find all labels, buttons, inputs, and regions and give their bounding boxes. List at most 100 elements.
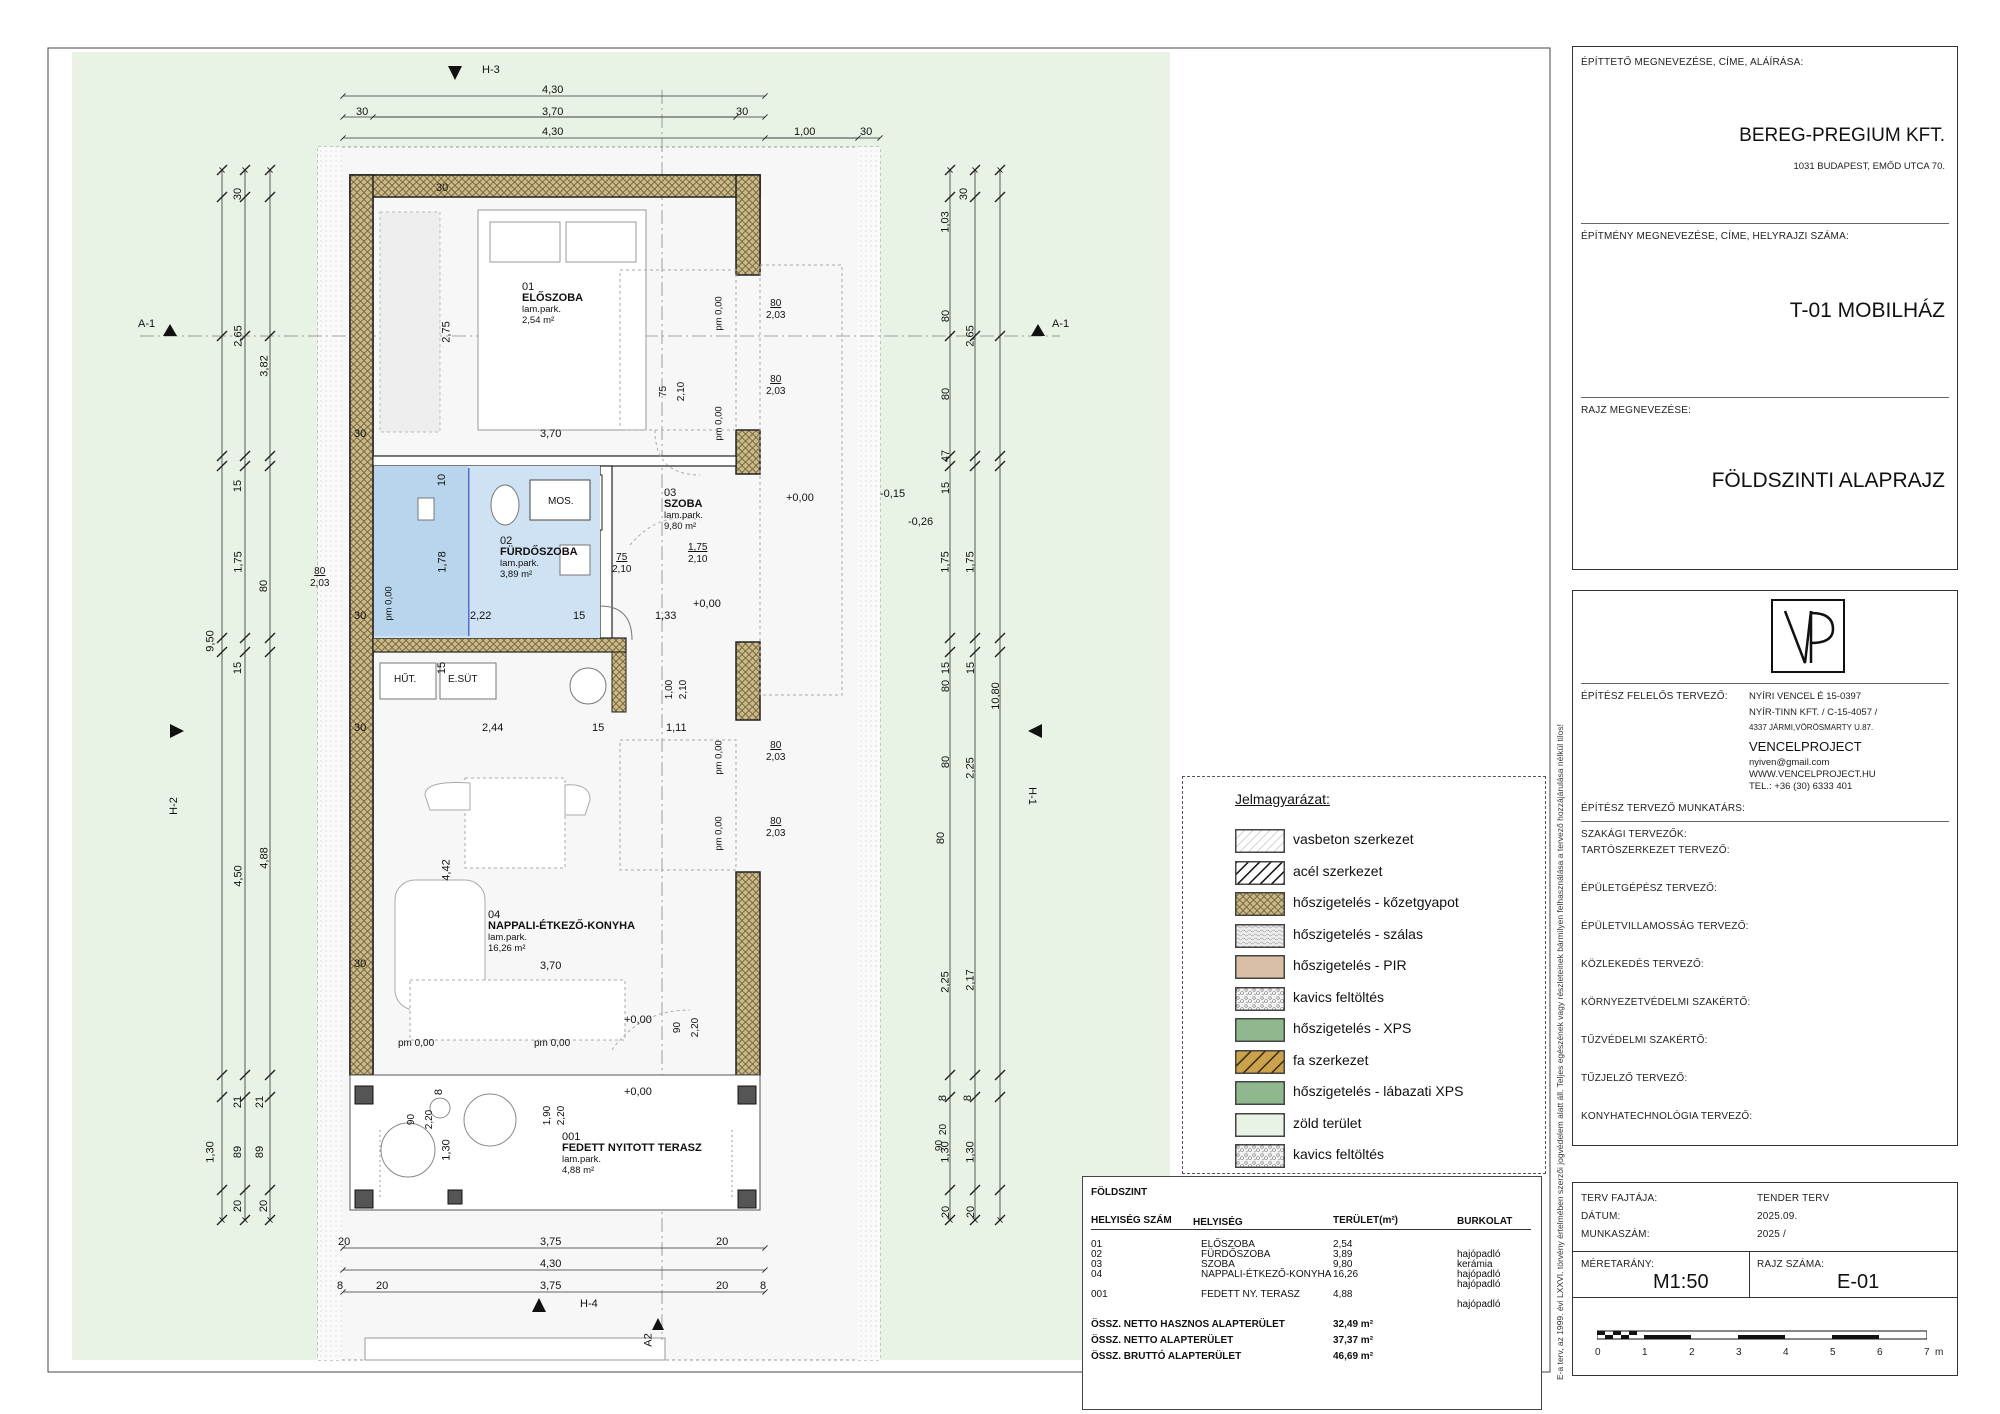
door-height: 2,10 [612,564,632,575]
dim-text: 15 [940,661,953,675]
dim-text: 4,30 [542,126,564,138]
dim-text: 2,20 [424,1109,436,1130]
win-height: 2,03 [766,828,786,839]
date-label: DÁTUM: [1581,1211,1621,1222]
room-table-num: 04 [1091,1269,1103,1280]
legend-swatch [1235,1018,1285,1042]
dim-text: 1,78 [436,551,449,573]
divider [1581,683,1949,684]
studio-web: WWW.VENCELPROJECT.HU [1749,769,1876,780]
room-01: 03 SZOBA lam.park. 9,80 m² [664,488,703,533]
room-name: FEDETT NYITOTT TERASZ [562,1142,702,1154]
window-dim: 80 2,03 [766,374,785,398]
dim-text: 1,90 [542,1105,554,1126]
dim-text: 1,75 [964,551,977,573]
room-table-floor: hajópadló [1457,1299,1501,1310]
section-label-h2: H-2 [167,797,180,815]
win-height: 2,03 [310,578,330,589]
col-header-floor: BURKOLAT [1457,1216,1513,1227]
room-area: 4,88 m² [562,1165,595,1176]
specialist-label: ÉPÜLETVILLAMOSSÁG TERVEZŐ: [1581,921,1749,932]
room-table-total-label: ÖSSZ. NETTO HASZNOS ALAPTERÜLET [1091,1319,1285,1330]
dim-text: 1,00 [794,126,816,138]
room-area: 9,80 m² [664,521,697,532]
dim-text: 9,50 [204,630,217,652]
job-label: MUNKASZÁM: [1581,1229,1650,1240]
plan-labels: H-3 H-4 H-2 H-1 A-1 A-1 A2 4,30 30 3,70 … [0,0,1180,1414]
dim-text: 3,75 [540,1280,562,1292]
dim-text: 80 [940,755,953,769]
dim-text: 30 [958,187,971,201]
dim-text: 15 [436,661,449,675]
dim-text: 2,17 [964,969,977,991]
room-table: FÖLDSZINT HELYISÉG SZÁM HELYISÉG TERÜLET… [1082,1176,1542,1410]
win-height: 2,03 [766,752,786,763]
dim-text: 80 [940,309,953,323]
room-table-total-value: 37,37 m² [1333,1335,1374,1346]
legend-label: hőszigetelés - szálas [1293,925,1423,942]
col-header-name: HELYISÉG [1193,1217,1243,1228]
dim-text: 15 [232,661,245,675]
room-floor: lam.park. [500,558,540,569]
dim-text: 8 [760,1280,767,1292]
dim-text: 2,10 [678,679,690,700]
vp-logo [1771,599,1845,673]
legend-swatch [1235,829,1285,853]
dim-text: 30 [736,106,749,118]
scale-tick-label: 0 [1595,1347,1601,1358]
architect-line: 4337 JÁRMI,VÖRÖSMARTY U.87. [1749,723,1874,732]
level-mark: -0,15 [880,488,906,500]
client-address: 1031 BUDAPEST, EMŐD UTCA 70. [1793,161,1945,172]
legend-swatch [1235,860,1285,885]
room-table-total-value: 46,69 m² [1333,1351,1374,1362]
specialist-label: KÖRNYEZETVÉDELMI SZAKÉRTŐ: [1581,997,1751,1008]
room-table-total-label: ÖSSZ. BRUTTÓ ALAPTERÜLET [1091,1351,1242,1362]
title-block-top: ÉPÍTTETŐ MEGNEVEZÉSE, CÍME, ALÁÍRÁSA: BE… [1572,46,1958,570]
legend-label: acél szerkezet [1293,862,1383,879]
pm-level: pm 0,00 [398,1038,435,1049]
section-label-h4: H-4 [580,1298,598,1310]
specialist-label: KÖZLEKEDÉS TERVEZŐ: [1581,959,1704,970]
door-width: 1,75 [688,542,708,553]
dim-text: 2,75 [440,321,453,343]
legend-swatch [1235,1049,1285,1074]
dim-text: 10,80 [989,682,1002,710]
scale-tick-label: 6 [1877,1347,1883,1358]
plan-type-label: TERV FAJTÁJA: [1581,1193,1658,1204]
dim-text: 4,50 [232,865,245,887]
col-header-num: HELYISÉG SZÁM [1091,1215,1172,1226]
dim-text: 20 [940,1205,953,1219]
washer-label: MOS. [548,496,574,507]
legend-label: hőszigetelés - PIR [1293,957,1407,973]
legend-swatch [1235,892,1285,916]
legend-label: hőszigetelés - lábazati XPS [1293,1083,1464,1099]
dim-text: 2,10 [676,381,688,402]
dim-text: 80 [940,679,953,693]
plan-type: TENDER TERV [1757,1193,1830,1204]
dim-text: 90 [934,1139,946,1152]
dim-text: 3,75 [540,1236,562,1248]
client-label: ÉPÍTTETŐ MEGNEVEZÉSE, CÍME, ALÁÍRÁSA: [1581,57,1804,68]
room-area: 16,26 m² [488,943,526,954]
room-table-name: NAPPALI-ÉTKEZŐ-KONYHA [1201,1269,1332,1280]
drawing-label: RAJZ MEGNEVEZÉSE: [1581,405,1692,416]
dim-text: 1,30 [440,1139,453,1161]
scale-tick-label: 5 [1830,1347,1836,1358]
dim-text: 20 [232,1199,245,1213]
dim-text: 80 [258,579,271,593]
dim-text: 8 [937,1094,950,1102]
dim-text: 30 [354,958,367,970]
dim-text: 3,70 [540,960,562,972]
sheet-label: RAJZ SZÁMA: [1757,1259,1825,1270]
level-mark: -0,26 [908,516,934,528]
dim-text: 47 [940,449,953,463]
level-mark: +0,00 [624,1014,652,1026]
dim-text: 2,20 [556,1105,568,1126]
legend-swatch [1235,986,1285,1011]
dim-text: 1,33 [655,610,677,622]
dim-text: 80 [940,387,953,401]
room-03: 01 ELŐSZOBA lam.park. 2,54 m² [522,282,583,327]
dim-text: 15 [965,661,978,675]
section-label-h3: H-3 [482,64,500,76]
dim-text: 90 [406,1113,418,1126]
